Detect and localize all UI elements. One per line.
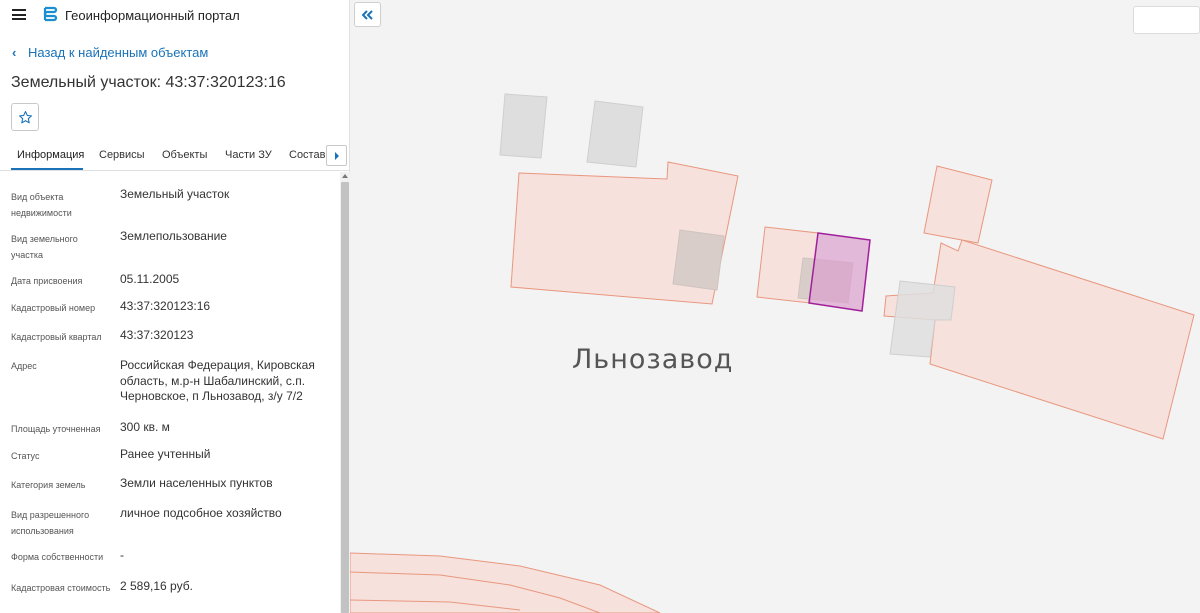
tab-services[interactable]: Сервисы — [99, 149, 145, 161]
building — [586, 100, 644, 168]
hamburger-menu-icon[interactable] — [12, 9, 26, 20]
top-bar: Геоинформационный портал — [0, 0, 350, 30]
property-label: Кадастровая стоимость — [11, 583, 111, 593]
collapse-panel-button[interactable] — [354, 2, 381, 27]
tab-composition[interactable]: Состав — [289, 149, 325, 161]
property-label: Форма собственности — [11, 552, 104, 562]
building — [672, 229, 725, 291]
chevron-left-icon: ‹ — [12, 45, 17, 60]
property-label: Адрес — [11, 361, 37, 371]
favorite-button[interactable] — [11, 103, 39, 131]
scrollbar-thumb[interactable] — [341, 182, 349, 613]
caret-right-icon — [334, 151, 339, 160]
property-label: Категория земель — [11, 480, 86, 490]
portal-logo-icon — [43, 6, 58, 22]
map-search-field[interactable] — [1133, 6, 1200, 34]
address-value: Российская Федерация, Кировская область,… — [120, 358, 315, 403]
tab-parts[interactable]: Части ЗУ — [225, 149, 272, 161]
tab-bar: Информация Сервисы Объекты Части ЗУ Сост… — [0, 141, 350, 171]
map-canvas[interactable]: Льнозавод — [350, 0, 1200, 613]
double-chevron-left-icon — [361, 9, 373, 20]
property-label: Вид разрешенного использования — [11, 510, 90, 536]
property-label: Дата присвоения — [11, 276, 83, 286]
tab-information[interactable]: Информация — [17, 149, 84, 161]
property-label: Кадастровый квартал — [11, 332, 102, 342]
property-value: Землепользование — [120, 229, 227, 243]
land-parcel — [923, 165, 993, 244]
star-icon — [18, 110, 32, 123]
tabs-scroll-right-button[interactable] — [326, 145, 347, 166]
property-value: - — [120, 548, 124, 562]
status-value: Ранее учтенный — [120, 447, 211, 461]
app-title: Геоинформационный портал — [65, 8, 240, 23]
property-value: Земли населенных пунктов — [120, 476, 273, 490]
property-label: Вид объекта недвижимости — [11, 192, 72, 218]
property-value: личное подсобное хозяйство — [120, 506, 282, 520]
road-parcel — [350, 552, 661, 613]
back-link-label: Назад к найденным объектам — [28, 45, 209, 60]
selected-land-parcel — [808, 232, 871, 312]
property-value: 43:37:320123 — [120, 328, 194, 342]
cadastral-value: 2 589,16 руб. — [120, 579, 193, 593]
property-value: 300 кв. м — [120, 420, 170, 434]
map-layer — [350, 93, 1195, 613]
property-value: 43:37:320123:16 — [120, 299, 211, 313]
tab-objects[interactable]: Объекты — [162, 149, 207, 161]
active-tab-indicator — [11, 168, 83, 170]
property-label: Площадь уточненная — [11, 424, 101, 434]
property-value: 05.11.2005 — [120, 272, 180, 286]
property-label: Вид земельного участка — [11, 234, 78, 260]
property-label: Статус — [11, 451, 40, 461]
page-title: Земельный участок: 43:37:320123:16 — [11, 74, 286, 91]
place-label: Льнозавод — [572, 344, 734, 375]
scroll-up-arrow-icon[interactable] — [342, 174, 348, 178]
back-link[interactable]: ‹ Назад к найденным объектам — [12, 45, 208, 60]
info-panel: Геоинформационный портал ‹ Назад к найден… — [0, 0, 350, 613]
building — [499, 93, 548, 159]
property-value: Земельный участок — [120, 187, 230, 201]
property-label: Кадастровый номер — [11, 303, 96, 313]
